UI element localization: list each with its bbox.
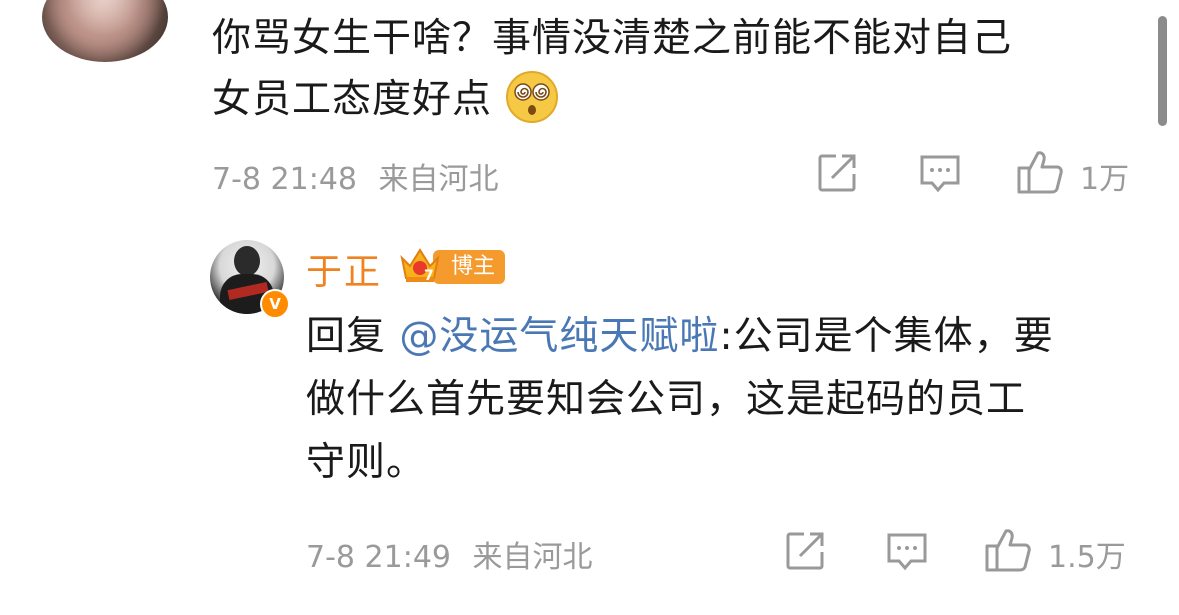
reply-meta: 7-8 21:49 来自河北 — [306, 532, 593, 576]
reply-like-icon[interactable] — [984, 527, 1032, 577]
crown-level-icon: 7 — [398, 246, 442, 290]
reply-text: 回复 @没运气纯天赋啦:公司是个集体，要 做什么首先要知会公司，这是起码的员工 … — [306, 305, 1146, 494]
reply-username[interactable]: 于正 — [306, 243, 382, 295]
share-icon[interactable] — [816, 152, 858, 198]
reply-share-icon[interactable] — [784, 530, 826, 576]
reply-line-3: 守则。 — [306, 440, 427, 485]
dizzy-face-emoji-icon — [505, 70, 559, 142]
comment-meta: 7-8 21:48 来自河北 — [212, 154, 499, 198]
reply-text-first: :公司是个集体，要 — [719, 314, 1054, 359]
reply-line-2: 做什么首先要知会公司，这是起码的员工 — [306, 377, 1027, 422]
comment-line-1: 你骂女生干啥？事情没清楚之前能不能对自己 — [212, 16, 1013, 61]
blogger-badge: 博主 — [433, 250, 506, 284]
comment-location: 来自河北 — [378, 162, 499, 197]
reply-like-count: 1.5万 — [1048, 540, 1126, 575]
verified-badge: V — [260, 289, 290, 319]
scrollbar[interactable] — [1158, 16, 1167, 126]
reply-line-1: 回复 @没运气纯天赋啦:公司是个集体，要 — [306, 305, 1146, 368]
mention-link[interactable]: @没运气纯天赋啦 — [399, 314, 719, 359]
comment-text: 你骂女生干啥？事情没清楚之前能不能对自己 女员工态度好点 — [212, 8, 1122, 142]
reply-timestamp: 7-8 21:49 — [306, 540, 451, 575]
comment-line-2: 女员工态度好点 — [212, 69, 1122, 142]
comment-timestamp: 7-8 21:48 — [212, 162, 357, 197]
like-icon[interactable] — [1016, 149, 1064, 199]
reply-prefix: 回复 — [306, 314, 387, 359]
like-count: 1万 — [1080, 162, 1130, 197]
reply-comment-icon[interactable] — [885, 531, 929, 577]
level-number: 7 — [424, 268, 434, 284]
comment-icon[interactable] — [918, 153, 962, 199]
reply-location: 来自河北 — [472, 540, 593, 575]
avatar[interactable] — [42, 0, 168, 62]
